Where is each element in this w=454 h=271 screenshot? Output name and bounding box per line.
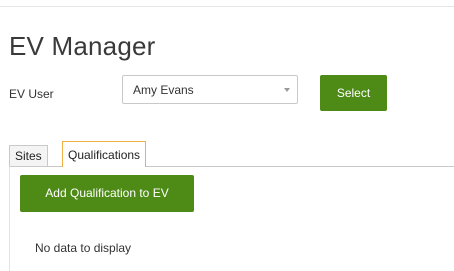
ev-user-select[interactable]: Amy Evans <box>122 75 298 104</box>
select-button[interactable]: Select <box>320 75 387 111</box>
add-qualification-button[interactable]: Add Qualification to EV <box>20 175 194 212</box>
no-data-message: No data to display <box>35 241 132 255</box>
tab-qualifications[interactable]: Qualifications <box>62 141 147 167</box>
ev-user-label: EV User <box>9 87 54 101</box>
chevron-down-icon <box>284 88 290 92</box>
ev-user-select-value: Amy Evans <box>133 83 194 97</box>
page-title: EV Manager <box>9 31 156 61</box>
tab-sites[interactable]: Sites <box>9 145 48 166</box>
top-divider <box>0 6 454 7</box>
ev-manager-page: EV Manager EV User Amy Evans Select Site… <box>0 0 454 271</box>
